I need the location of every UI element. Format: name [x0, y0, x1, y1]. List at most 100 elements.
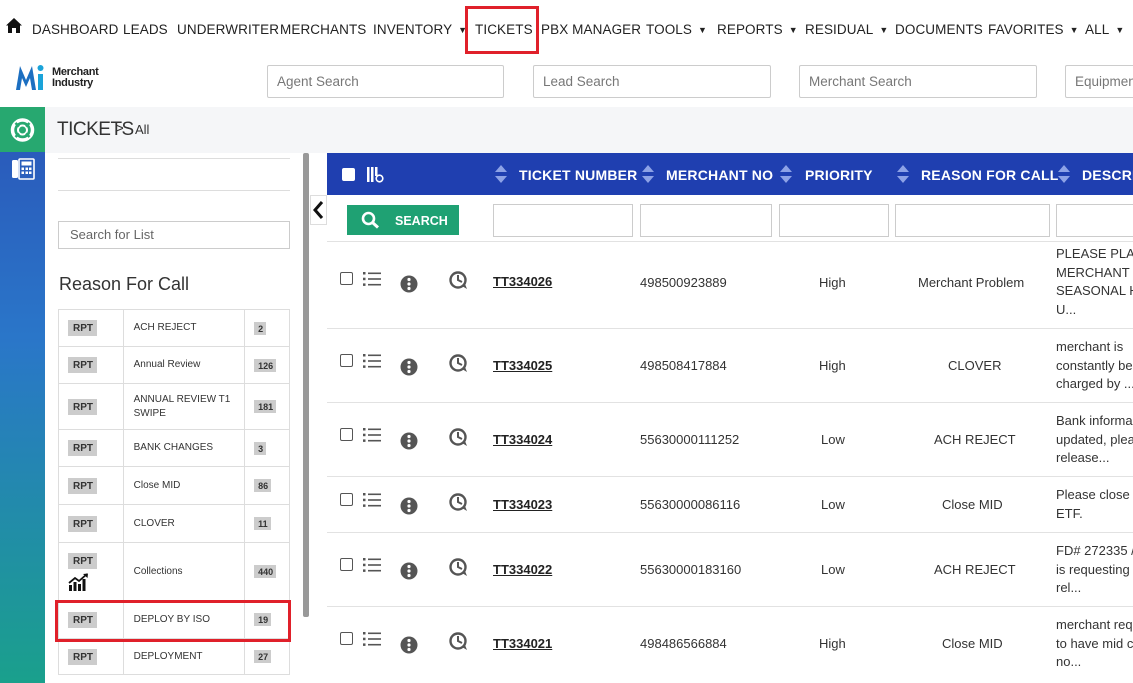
support-tab[interactable] — [0, 107, 45, 152]
row-checkbox[interactable] — [340, 354, 353, 367]
row-checkbox[interactable] — [340, 272, 353, 285]
list-icon[interactable] — [363, 558, 381, 572]
nav-underwriter[interactable]: UNDERWRITER — [177, 22, 279, 37]
table-row[interactable]: TT334026 498500923889 High Merchant Prob… — [327, 241, 1133, 328]
ticket-number-link[interactable]: TT334024 — [493, 432, 552, 447]
equipment-search-input[interactable]: Equipment — [1065, 65, 1133, 98]
more-info-icon[interactable] — [400, 275, 418, 293]
rpt-badge[interactable]: RPT — [68, 515, 97, 532]
reason-for-call-heading: Reason For Call — [59, 274, 190, 294]
ticket-number-link[interactable]: TT334022 — [493, 562, 552, 577]
lead-search-input[interactable]: Lead Search — [533, 65, 771, 98]
list-icon[interactable] — [363, 354, 381, 368]
sort-icon[interactable] — [780, 165, 792, 183]
column-priority[interactable]: PRIORITY — [805, 167, 873, 183]
more-info-icon[interactable] — [400, 636, 418, 654]
table-row[interactable]: TT334025 498508417884 High CLOVER mercha… — [327, 328, 1133, 402]
table-row[interactable]: TT334021 498486566884 High Close MID mer… — [327, 606, 1133, 683]
panel-scrollbar[interactable] — [303, 153, 309, 617]
select-all-checkbox[interactable] — [342, 168, 355, 181]
list-item[interactable]: RPT BANK CHANGES 3 — [58, 429, 290, 467]
merchant-no-filter[interactable] — [640, 204, 772, 237]
phone-calculator-icon[interactable] — [11, 158, 35, 180]
sort-icon[interactable] — [1058, 165, 1070, 183]
ticket-number-link[interactable]: TT334021 — [493, 636, 552, 651]
agent-search-input[interactable]: Agent Search — [267, 65, 504, 98]
nav-inventory[interactable]: INVENTORY ▼ — [373, 22, 467, 37]
collapse-panel-button[interactable] — [310, 195, 327, 225]
more-info-icon[interactable] — [400, 358, 418, 376]
reason-filter[interactable] — [895, 204, 1050, 237]
nav-reports[interactable]: REPORTS ▼ — [717, 22, 798, 37]
history-icon[interactable] — [448, 492, 468, 512]
nav-all[interactable]: ALL ▼ — [1085, 22, 1124, 37]
rpt-badge[interactable]: RPT — [68, 648, 97, 665]
list-item[interactable]: RPT DEPLOYMENT 27 — [58, 638, 290, 675]
history-icon[interactable] — [448, 631, 468, 651]
history-icon[interactable] — [448, 557, 468, 577]
table-row[interactable]: TT334022 55630000183160 Low ACH REJECT F… — [327, 532, 1133, 606]
nav-pbx-manager[interactable]: PBX MANAGER — [541, 22, 641, 37]
column-settings-icon[interactable] — [366, 166, 384, 183]
row-checkbox[interactable] — [340, 493, 353, 506]
breadcrumb-current[interactable]: All — [135, 122, 149, 137]
priority-filter[interactable] — [779, 204, 889, 237]
column-description[interactable]: DESCRI — [1082, 167, 1133, 183]
history-icon[interactable] — [448, 270, 468, 290]
nav-tools[interactable]: TOOLS ▼ — [646, 22, 707, 37]
chevron-down-icon: ▼ — [1115, 25, 1125, 35]
sort-icon[interactable] — [897, 165, 909, 183]
list-item[interactable]: RPT Collections 440 — [58, 542, 290, 601]
ticket-number-filter[interactable] — [493, 204, 633, 237]
nav-tools-label: TOOLS — [646, 22, 693, 37]
nav-documents[interactable]: DOCUMENTS — [895, 22, 983, 37]
nav-merchants[interactable]: MERCHANTS — [280, 22, 366, 37]
row-checkbox[interactable] — [340, 558, 353, 571]
column-merchant-no[interactable]: MERCHANT NO — [666, 167, 773, 183]
rpt-badge[interactable]: RPT — [68, 440, 97, 456]
column-reason-for-call[interactable]: REASON FOR CALL — [921, 167, 1059, 183]
list-icon[interactable] — [363, 632, 381, 646]
list-item[interactable]: RPT CLOVER 11 — [58, 504, 290, 543]
ticket-number-link[interactable]: TT334023 — [493, 497, 552, 512]
more-info-icon[interactable] — [400, 497, 418, 515]
list-item[interactable]: RPT ACH REJECT 2 — [58, 309, 290, 347]
description: PLEASE PLAC MERCHANT ( SEASONAL H U... — [1056, 246, 1133, 317]
row-checkbox[interactable] — [340, 428, 353, 441]
column-ticket-number[interactable]: TICKET NUMBER — [519, 167, 637, 183]
sort-icon[interactable] — [642, 165, 654, 183]
rpt-badge[interactable]: RPT — [68, 320, 97, 336]
list-item[interactable]: RPT ANNUAL REVIEW T1 SWIPE 181 — [58, 383, 290, 430]
list-icon[interactable] — [363, 272, 381, 286]
description-filter[interactable] — [1056, 204, 1133, 237]
merchant-industry-logo[interactable]: Merchant Industry — [16, 60, 116, 94]
rpt-badge[interactable]: RPT — [68, 552, 97, 569]
row-checkbox[interactable] — [340, 632, 353, 645]
merchant-search-input[interactable]: Merchant Search — [799, 65, 1037, 98]
list-item[interactable]: RPT Annual Review 126 — [58, 346, 290, 384]
deploy-by-iso-highlight-box — [55, 600, 291, 642]
nav-leads[interactable]: LEADS — [123, 22, 168, 37]
table-row[interactable]: TT334024 55630000111252 Low ACH REJECT B… — [327, 402, 1133, 476]
ticket-number-link[interactable]: TT334025 — [493, 358, 552, 373]
table-row[interactable]: TT334023 55630000086116 Low Close MID Pl… — [327, 476, 1133, 532]
home-icon[interactable] — [5, 17, 23, 35]
trend-chart-icon[interactable] — [68, 572, 90, 591]
ticket-number-link[interactable]: TT334026 — [493, 274, 552, 289]
nav-favorites[interactable]: FAVORITES ▼ — [988, 22, 1079, 37]
list-item[interactable]: RPT Close MID 86 — [58, 466, 290, 505]
sort-icon[interactable] — [495, 165, 507, 183]
list-search-input[interactable]: Search for List — [58, 221, 290, 249]
rpt-badge[interactable]: RPT — [68, 398, 97, 415]
more-info-icon[interactable] — [400, 432, 418, 450]
history-icon[interactable] — [448, 353, 468, 373]
rpt-badge[interactable]: RPT — [68, 357, 97, 373]
rpt-badge[interactable]: RPT — [68, 477, 97, 494]
history-icon[interactable] — [448, 427, 468, 447]
list-icon[interactable] — [363, 493, 381, 507]
search-button[interactable]: SEARCH — [347, 205, 459, 235]
nav-dashboard[interactable]: DASHBOARD — [32, 22, 118, 37]
more-info-icon[interactable] — [400, 562, 418, 580]
nav-residual[interactable]: RESIDUAL ▼ — [805, 22, 888, 37]
list-icon[interactable] — [363, 428, 381, 442]
